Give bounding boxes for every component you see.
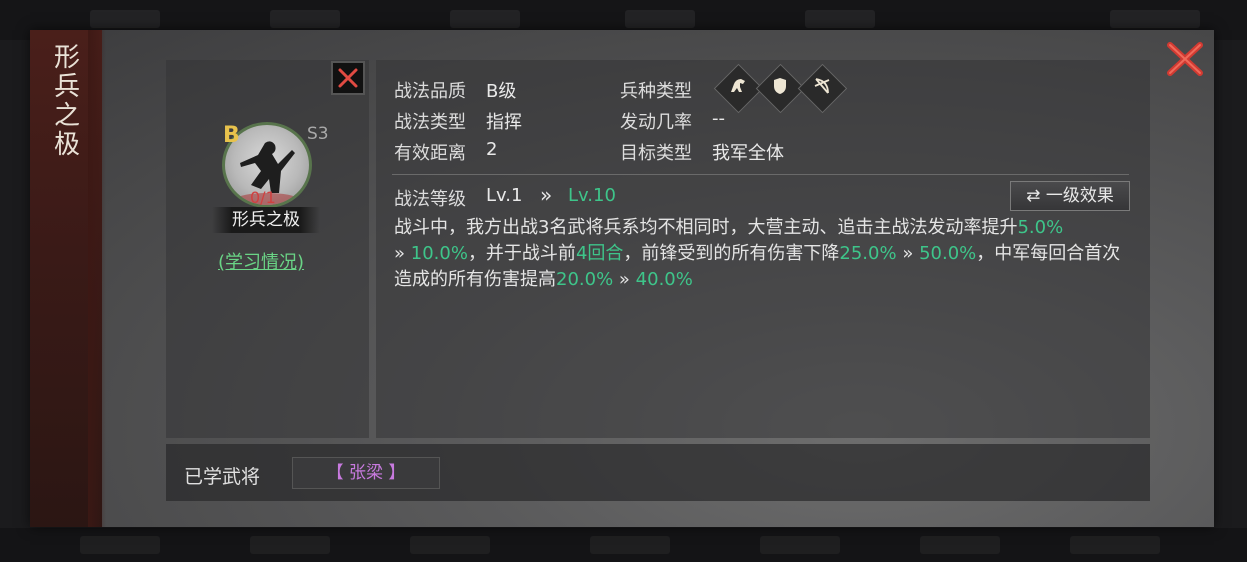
study-status-link[interactable]: (学习情况)	[218, 248, 304, 274]
desc-value: 20.0%	[556, 269, 614, 290]
background-item	[250, 536, 330, 554]
level-current: Lv.1	[486, 185, 523, 206]
level-arrow: »	[540, 183, 553, 207]
background-bottom-bar	[0, 528, 1247, 562]
bow-icon	[805, 76, 838, 100]
skill-name: 形兵之极	[212, 207, 320, 233]
skill-count: 0/1	[250, 188, 276, 207]
desc-text: 战斗中，我方出战3名武将兵系均不相同时，大营主动、追击主战法发动率提升	[394, 217, 1018, 238]
background-item	[80, 536, 160, 554]
close-icon	[338, 68, 358, 88]
banner-edge	[88, 30, 106, 527]
dialog-title: 形兵之极	[53, 43, 80, 160]
level-label: 战法等级	[394, 189, 466, 210]
troop-type-label: 兵种类型	[620, 81, 692, 102]
desc-arrow: »	[618, 269, 630, 290]
cavalry-icon	[721, 76, 754, 100]
level-max: Lv.10	[568, 185, 616, 206]
desc-arrow: »	[902, 243, 914, 264]
toggle-effect-label: 一级效果	[1045, 186, 1114, 206]
range-value: 2	[486, 139, 498, 160]
background-item	[920, 536, 1000, 554]
desc-text: ，并于战斗前	[467, 243, 576, 264]
section-divider	[392, 174, 1129, 175]
desc-value: 40.0%	[635, 269, 693, 290]
quality-label: 战法品质	[394, 81, 466, 102]
trigger-rate-value: --	[712, 108, 725, 129]
shield-icon	[763, 76, 796, 100]
background-item	[590, 536, 670, 554]
desc-value: 25.0%	[839, 243, 897, 264]
background-item	[410, 536, 490, 554]
learned-generals-label: 已学武将	[184, 466, 261, 488]
swap-icon: ⇄	[1026, 186, 1041, 206]
season-label: S3	[307, 124, 329, 144]
type-label: 战法类型	[394, 112, 466, 133]
desc-text: ，前锋受到的所有伤害下降	[623, 243, 840, 264]
background-tab	[805, 10, 875, 28]
desc-value: 50.0%	[919, 243, 977, 264]
background-item	[1070, 536, 1160, 554]
range-label: 有效距离	[394, 143, 466, 164]
skill-grade-badge: B	[223, 123, 240, 148]
remove-skill-button[interactable]	[331, 61, 365, 95]
background-item	[760, 536, 840, 554]
target-type-value: 我军全体	[712, 143, 784, 164]
background-tab	[90, 10, 160, 28]
desc-value: 10.0%	[410, 243, 468, 264]
type-value: 指挥	[486, 112, 522, 133]
background-tab	[625, 10, 695, 28]
target-type-label: 目标类型	[620, 143, 692, 164]
background-tab	[450, 10, 520, 28]
toggle-effect-button[interactable]: ⇄ 一级效果	[1010, 181, 1130, 211]
desc-value: 4回合	[575, 243, 624, 264]
background-search	[1110, 10, 1200, 28]
quality-value: B级	[486, 81, 517, 102]
desc-value: 5.0%	[1017, 217, 1064, 238]
desc-arrow: »	[394, 243, 406, 264]
background-tab	[270, 10, 340, 28]
close-dialog-button[interactable]	[1166, 41, 1204, 77]
close-icon	[1167, 42, 1203, 76]
learned-general-tag[interactable]: 【 张梁 】	[292, 457, 440, 489]
skill-description: 战斗中，我方出战3名武将兵系均不相同时，大营主动、追击主战法发动率提升5.0% »…	[394, 215, 1134, 293]
trigger-rate-label: 发动几率	[620, 112, 692, 133]
